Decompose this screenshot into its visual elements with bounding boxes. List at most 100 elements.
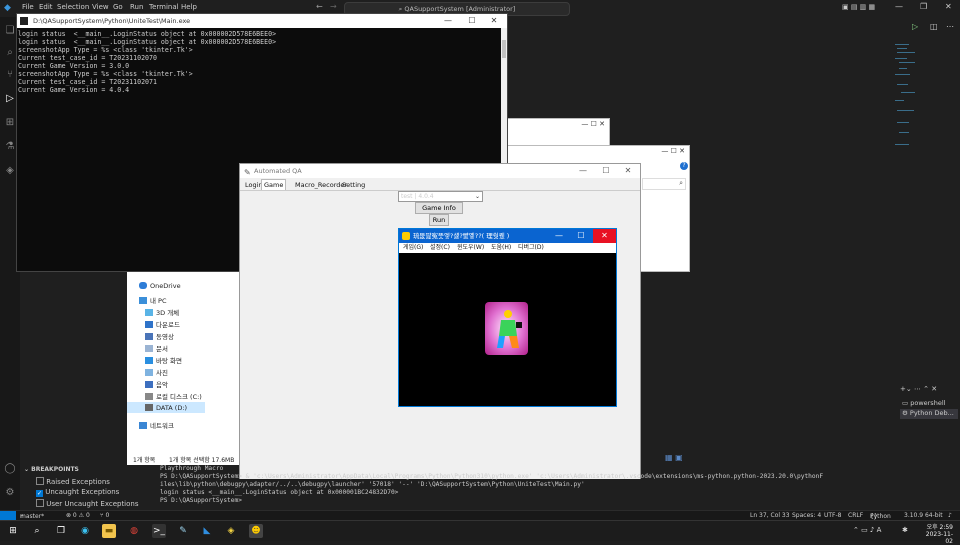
settings-gear-icon[interactable]: ⚙ — [4, 487, 16, 499]
status-interpreter[interactable]: 3.10.9 64-bit — [904, 512, 943, 519]
terminal-list-item-powershell[interactable]: ▭ powershell — [902, 399, 945, 407]
account-icon[interactable]: ◯ — [4, 463, 16, 475]
terminal-app-icon[interactable]: >_ — [152, 524, 166, 538]
qa-title-bar[interactable]: ✎ Automated QA — ☐ ✕ — [240, 164, 640, 178]
testing-icon[interactable]: ⚗ — [4, 141, 16, 153]
notifications-bell-icon[interactable]: ♪ — [948, 512, 952, 519]
game-info-add-button[interactable]: Game Info Add — [415, 202, 463, 222]
nav-network[interactable]: 네트워크 — [139, 420, 174, 430]
background-window-2-controls[interactable]: — ☐ ✕ — [661, 147, 685, 155]
background-window-1-controls[interactable]: — ☐ ✕ — [581, 120, 605, 128]
nav-pictures[interactable]: 사진 — [145, 367, 168, 377]
bp-uncaught-exceptions[interactable]: ✓ Uncaught Exceptions — [36, 488, 119, 497]
system-tray-icons[interactable]: ⌃ ▭ ♪ A — [853, 526, 881, 534]
status-ports[interactable]: ⑂ 0 — [100, 512, 109, 519]
bp-raised-exceptions[interactable]: Raised Exceptions — [36, 477, 110, 486]
game-app-icon[interactable]: ☻ — [249, 524, 263, 538]
python-icon[interactable]: ◈ — [4, 165, 16, 177]
menu-edit[interactable]: Edit — [39, 3, 53, 11]
menu-view[interactable]: View — [92, 3, 109, 11]
nav-downloads[interactable]: 다운로드 — [145, 319, 180, 329]
clock-time[interactable]: 오후 2:59 — [919, 522, 953, 531]
menu-run[interactable]: Run — [130, 3, 143, 11]
game-menu-help[interactable]: 도움(H) — [491, 243, 511, 253]
menu-file[interactable]: File — [22, 3, 34, 11]
nav-this-pc[interactable]: 내 PC — [139, 295, 167, 305]
vscode-icon[interactable]: ◣ — [200, 524, 214, 538]
window-restore-icon[interactable]: ❐ — [920, 2, 927, 11]
new-terminal-icon[interactable]: +⌄ ⋯ ⌃ ✕ — [900, 385, 937, 393]
game-title-bar[interactable]: 琉뚮땶寃뚯엫?섏?뺤옣??( 理쒓퀬 ) — ☐ ✕ — [399, 229, 616, 243]
extensions-icon[interactable]: ⊞ — [4, 117, 16, 129]
console-minimize-icon[interactable]: — — [439, 14, 457, 28]
game-menu-settings[interactable]: 설정(C) — [430, 243, 450, 253]
game-menu-window[interactable]: 윈도우(W) — [457, 243, 484, 253]
console-scroll-thumb[interactable] — [502, 40, 506, 58]
explorer-icon[interactable]: ❏ — [4, 25, 16, 37]
feather-app-icon[interactable]: ✎ — [176, 524, 190, 538]
view-toggle-icons[interactable]: ▦ ▣ — [665, 453, 683, 462]
menu-terminal[interactable]: Terminal — [149, 3, 179, 11]
windows-start-icon[interactable]: ⊞ — [6, 524, 20, 538]
source-control-icon[interactable]: ⑂ — [4, 69, 16, 81]
qa-close-icon[interactable]: ✕ — [619, 164, 637, 178]
qa-maximize-icon[interactable]: ☐ — [597, 164, 615, 178]
game-menu-game[interactable]: 게임(G) — [403, 243, 423, 253]
console-close-icon[interactable]: ✕ — [485, 14, 503, 28]
nav-onedrive[interactable]: OneDrive — [139, 282, 181, 290]
game-maximize-icon[interactable]: ☐ — [572, 229, 590, 243]
debug-continue-icon[interactable]: ▷ — [912, 22, 918, 31]
status-eol[interactable]: CRLF — [848, 512, 863, 519]
game-version-select[interactable]: test | 4.0.4 ⌄ — [398, 191, 483, 202]
game-window[interactable]: 琉뚮땶寃뚯엫?섏?뺤옣??( 理쒓퀬 ) — ☐ ✕ 게임(G) 설정(C) 윈… — [398, 228, 617, 407]
run-button[interactable]: Run — [429, 214, 449, 226]
menu-selection[interactable]: Selection — [57, 3, 89, 11]
terminal-list-item-python-debug[interactable]: ⚙ Python Deb... — [900, 409, 958, 419]
nav-3d-objects[interactable]: 3D 개체 — [145, 307, 179, 317]
nav-music[interactable]: 음악 — [145, 379, 168, 389]
checkbox[interactable] — [36, 477, 44, 485]
tab-setting[interactable]: Setting — [340, 180, 367, 190]
nav-local-disk-c[interactable]: 로컬 디스크 (C:) — [145, 391, 202, 401]
window-minimize-icon[interactable]: — — [895, 2, 903, 11]
checkbox-checked-icon[interactable]: ✓ — [36, 490, 43, 497]
qa-minimize-icon[interactable]: — — [574, 164, 592, 178]
background-search-box[interactable]: ⌕ — [642, 178, 686, 190]
bluetooth-icon[interactable]: ✱ — [902, 526, 908, 534]
console-title-bar[interactable]: D:\QASupportSystem\Python\UniteTest\Main… — [17, 14, 507, 28]
game-minimize-icon[interactable]: — — [550, 229, 568, 243]
chrome-icon[interactable]: ◍ — [127, 524, 141, 538]
menu-help[interactable]: Help — [181, 3, 197, 11]
python-app-icon[interactable]: ◈ — [224, 524, 238, 538]
help-icon[interactable]: ? — [680, 162, 688, 170]
search-icon[interactable]: ⌕ — [4, 47, 16, 59]
nav-documents[interactable]: 문서 — [145, 343, 168, 353]
checkbox[interactable] — [36, 499, 44, 507]
status-position[interactable]: Ln 37, Col 33 — [750, 512, 790, 519]
layout-toggle-icons[interactable]: ▣ ▤ ▥ ▦ — [842, 3, 875, 11]
split-editor-icon[interactable]: ◫ — [930, 22, 938, 31]
search-icon[interactable]: ⌕ — [30, 524, 44, 538]
status-spaces[interactable]: Spaces: 4 — [792, 512, 821, 519]
edge-icon[interactable]: ◉ — [78, 524, 92, 538]
task-view-icon[interactable]: ❐ — [54, 524, 68, 538]
back-arrow-icon[interactable]: ← — [316, 2, 323, 11]
menu-go[interactable]: Go — [113, 3, 123, 11]
status-encoding[interactable]: UTF-8 — [824, 512, 842, 519]
window-close-icon[interactable]: ✕ — [945, 2, 952, 11]
file-explorer-icon[interactable]: ▬ — [102, 524, 116, 538]
nav-desktop[interactable]: 바탕 화면 — [145, 355, 182, 365]
game-close-icon[interactable]: ✕ — [593, 229, 616, 243]
terminal-output[interactable]: Playthrough Macro PS D:\QASupportSystem>… — [160, 465, 900, 510]
nav-videos[interactable]: 동영상 — [145, 331, 174, 341]
status-problems[interactable]: ⊗ 0 ⚠ 0 — [66, 512, 90, 519]
forward-arrow-icon[interactable]: → — [330, 2, 337, 11]
run-debug-icon[interactable]: ▷ — [4, 93, 16, 105]
game-menu-debug[interactable]: 디버그(D) — [518, 243, 544, 253]
bp-user-uncaught-exceptions[interactable]: User Uncaught Exceptions — [36, 499, 139, 508]
console-maximize-icon[interactable]: ☐ — [463, 14, 481, 28]
clock-date[interactable]: 2023-11-02 — [919, 531, 953, 545]
nav-data-d[interactable]: DATA (D:) — [145, 404, 187, 412]
more-actions-icon[interactable]: ⋯ — [946, 22, 954, 31]
breakpoints-header[interactable]: ⌄ BREAKPOINTS — [24, 466, 79, 473]
